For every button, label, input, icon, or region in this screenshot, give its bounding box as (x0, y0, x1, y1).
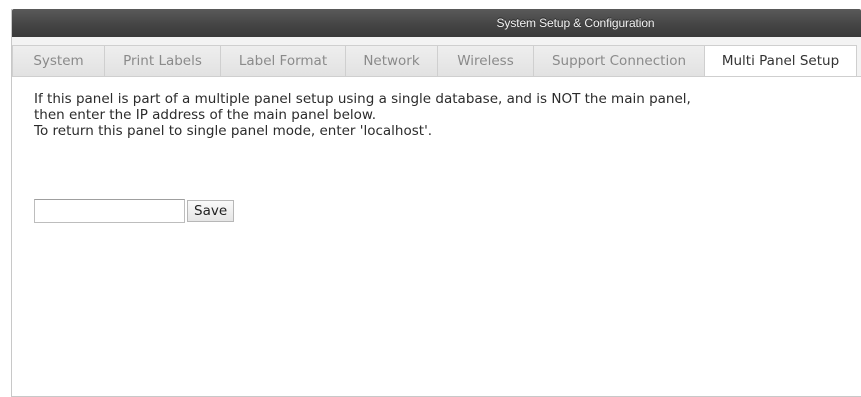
instruction-line: To return this panel to single panel mod… (34, 123, 433, 139)
ip-form: Save (34, 199, 235, 223)
title-bar: System Setup & Configuration (12, 9, 861, 37)
tab-label-format[interactable]: Label Format (220, 45, 346, 77)
tab-system[interactable]: System (12, 45, 105, 77)
tab-list: System Print Labels Label Format Network… (12, 45, 857, 77)
instruction-line: then enter the IP address of the main pa… (34, 107, 376, 123)
tab-support-connection[interactable]: Support Connection (533, 45, 705, 77)
tab-multi-panel-setup[interactable]: Multi Panel Setup (704, 45, 857, 77)
instruction-line: If this panel is part of a multiple pane… (34, 91, 691, 107)
tab-network[interactable]: Network (345, 45, 438, 77)
tab-print-labels[interactable]: Print Labels (104, 45, 221, 77)
main-panel-ip-input[interactable] (34, 199, 185, 223)
save-button[interactable]: Save (187, 200, 235, 222)
multi-panel-setup-panel: If this panel is part of a multiple pane… (12, 76, 861, 396)
tab-bar: System Print Labels Label Format Network… (12, 37, 861, 77)
tab-wireless[interactable]: Wireless (437, 45, 534, 77)
settings-window: System Setup & Configuration System Prin… (11, 9, 861, 397)
window-title: System Setup & Configuration (496, 16, 655, 30)
instructions-text: If this panel is part of a multiple pane… (34, 91, 854, 139)
